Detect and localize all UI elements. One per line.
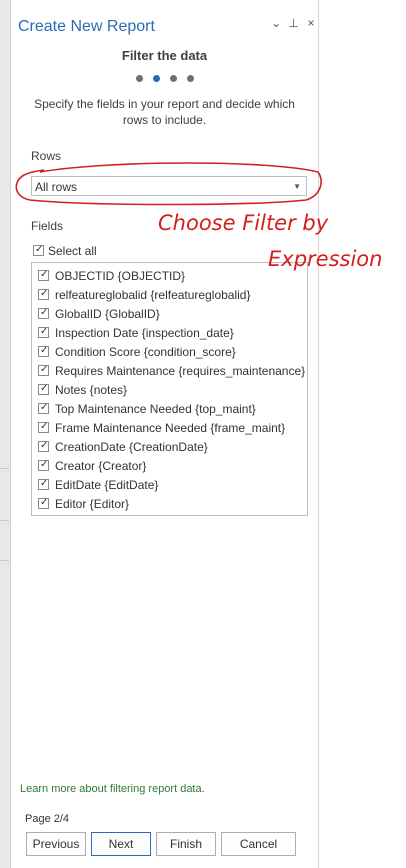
handwritten-annotation: Choose Filter by Expression bbox=[15, 162, 382, 271]
annotation-text-line2: Expression bbox=[268, 247, 382, 271]
annotation-text-line1: Choose Filter by bbox=[158, 211, 329, 235]
annotation-circle bbox=[15, 162, 322, 206]
